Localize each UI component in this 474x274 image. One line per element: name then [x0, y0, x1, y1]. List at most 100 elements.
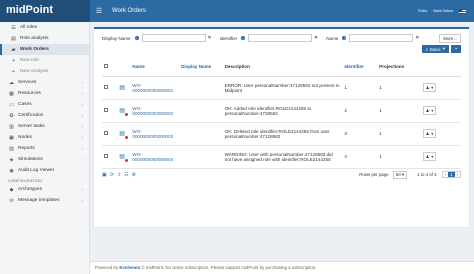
- subscription-notice: © midPoint. No active subscription. Plea…: [141, 265, 317, 270]
- sidebar-item-label: Nodes: [18, 135, 32, 140]
- column-header-identifier[interactable]: Identifier: [342, 58, 378, 77]
- chevron-down-icon: ▾: [431, 85, 434, 90]
- description-cell: ERROR: User personalNumber:47128562 not …: [222, 76, 343, 100]
- message-icon: ✉: [9, 197, 14, 204]
- sidebar-item-simulations[interactable]: ◈ Simulations ‹: [0, 154, 89, 165]
- chevron-left-icon: ‹: [81, 91, 83, 96]
- columns-icon[interactable]: ☷: [124, 172, 128, 178]
- sidebar-item-label: Server tasks: [18, 124, 45, 129]
- next-page-button[interactable]: ›: [455, 172, 460, 177]
- basic-search-button[interactable]: ⌕ Basic ▾: [421, 45, 449, 53]
- table-row[interactable]: ▤ WO-0000000000000004 WARNING: User with p…: [102, 145, 461, 169]
- clear-icon[interactable]: ✕: [207, 35, 211, 41]
- display-name-cell: [179, 76, 223, 100]
- sidebar-item-label: Message templates: [18, 198, 60, 203]
- operations-cell: ♟ ▾: [420, 76, 461, 100]
- row-type-cell: ▤: [117, 145, 131, 169]
- info-icon[interactable]: i: [241, 36, 246, 40]
- chevron-left-icon: ‹: [81, 135, 83, 140]
- settings-icon[interactable]: ⚙: [132, 172, 136, 178]
- row-checkbox[interactable]: [104, 154, 108, 158]
- rows-per-page-select[interactable]: 50 ▾: [392, 170, 408, 179]
- search-filters: Display Name i ✕ Identifier i ✕ Name i ✕…: [94, 31, 469, 45]
- new-object-icon[interactable]: ▣: [102, 172, 107, 178]
- row-operations-button[interactable]: ♟ ▾: [422, 83, 437, 92]
- sidebar-item-reports[interactable]: ▨ Reports ‹: [0, 143, 89, 154]
- work-order-icon: ▤: [119, 108, 129, 116]
- row-checkbox[interactable]: [104, 131, 108, 135]
- row-operations-button[interactable]: ♟ ▾: [422, 152, 437, 161]
- row-checkbox[interactable]: [104, 108, 108, 112]
- row-checkbox[interactable]: [104, 85, 108, 89]
- projections-cell: 1: [377, 122, 421, 146]
- identifier-cell: 2: [342, 99, 378, 123]
- work-order-name-link[interactable]: WO-0000000000000002: [130, 99, 180, 123]
- user-menu[interactable]: Work Orders: [433, 9, 453, 13]
- sidebar-item-message-templates[interactable]: ✉ Message templates ‹: [0, 195, 89, 206]
- sidebar-item-role-analysis[interactable]: ▤ Role analysis: [0, 33, 89, 44]
- sidebar: ☰ All roles ▤ Role analysis ▰ Work Orders + New…: [0, 22, 90, 274]
- operations-header: [420, 58, 461, 77]
- sidebar-item-services[interactable]: ☁ Services ‹: [0, 77, 89, 88]
- save-search-button[interactable]: ▪: [451, 45, 461, 53]
- chevron-left-icon: ‹: [81, 157, 83, 162]
- clear-icon[interactable]: ✕: [314, 35, 318, 41]
- sidebar-item-server-tasks[interactable]: ▥ Server tasks ‹: [0, 121, 89, 132]
- sidebar-item-all-roles[interactable]: ☰ All roles: [0, 22, 89, 33]
- sidebar-item-label: Role analysis: [20, 36, 49, 41]
- sidebar-item-certification[interactable]: ✪ Certification ‹: [0, 110, 89, 121]
- work-order-name-link[interactable]: WO-0000000000000001: [130, 76, 180, 100]
- sidebar-item-label: Archetypes: [18, 187, 42, 192]
- identifier-filter-input[interactable]: ✕: [248, 34, 318, 42]
- refresh-icon[interactable]: ⟳: [110, 172, 114, 178]
- row-operations-button[interactable]: ♟ ▾: [422, 106, 437, 115]
- evolveum-link[interactable]: Evolveum: [119, 265, 140, 270]
- roles-link[interactable]: Roles: [418, 9, 427, 13]
- plus-icon: +: [12, 68, 15, 75]
- users-icon: ♟: [425, 85, 430, 90]
- projections-cell: 1: [377, 145, 421, 169]
- sidebar-item-label: Reports: [18, 146, 35, 151]
- info-icon[interactable]: i: [342, 36, 347, 40]
- page-title: Work Orders: [112, 8, 146, 14]
- row-operations-button[interactable]: ♟ ▾: [422, 129, 437, 138]
- table-row[interactable]: ▤ WO-0000000000000002 OK: Added role ident…: [102, 99, 461, 123]
- sidebar-item-cases[interactable]: ▭ Cases ‹: [0, 99, 89, 110]
- audit-icon: ◉: [9, 167, 14, 174]
- column-header-name[interactable]: Name: [130, 58, 180, 77]
- sidebar-item-work-orders[interactable]: ▰ Work Orders: [0, 44, 89, 55]
- sidebar-item-new-analysis[interactable]: + New analysis: [0, 66, 89, 77]
- table-row[interactable]: ▤ WO-0000000000000001 ERROR: User personal…: [102, 76, 461, 100]
- sidebar-item-new-role[interactable]: + New role: [0, 55, 89, 66]
- column-header-description: Description: [222, 58, 343, 77]
- table-row[interactable]: ▤ WO-0000000000000003 OK: Deleted role ide…: [102, 122, 461, 146]
- display-name-filter-input[interactable]: ✕: [141, 34, 212, 42]
- app-logo[interactable]: midPoint: [0, 0, 90, 22]
- operations-cell: ♟ ▾: [420, 145, 461, 169]
- row-type-cell: ▤: [117, 99, 131, 123]
- sidebar-item-label: Work Orders: [20, 47, 49, 52]
- sidebar-item-audit-log-viewer[interactable]: ◉ Audit Log Viewer: [0, 165, 89, 176]
- column-header-display-name[interactable]: Display Name: [179, 58, 223, 77]
- chevron-left-icon: ‹: [81, 102, 83, 107]
- select-all-checkbox[interactable]: [104, 64, 108, 69]
- identifier-cell: 3: [342, 122, 378, 146]
- sidebar-item-archetypes[interactable]: ◆ Archetypes ‹: [0, 184, 89, 195]
- row-select-cell: [102, 76, 118, 100]
- menu-toggle-icon[interactable]: ☰: [90, 7, 108, 15]
- sidebar-item-resources[interactable]: ▦ Resources ‹: [0, 88, 89, 99]
- row-select-cell: [102, 99, 118, 123]
- sidebar-item-nodes[interactable]: ▣ Nodes ‹: [0, 132, 89, 143]
- more-filters-dropdown[interactable]: More...: [439, 33, 461, 43]
- sidebar-item-label: Resources: [18, 91, 41, 96]
- name-filter-input[interactable]: ✕: [349, 34, 419, 42]
- work-order-name-link[interactable]: WO-0000000000000004: [130, 145, 180, 169]
- row-type-cell: ▤: [117, 76, 131, 100]
- rows-per-page-label: Rows per page: [359, 172, 389, 177]
- clear-icon[interactable]: ✕: [415, 35, 419, 41]
- export-icon[interactable]: ⇪: [117, 172, 121, 178]
- work-order-name-link[interactable]: WO-0000000000000003: [130, 122, 180, 146]
- list-icon: ☰: [11, 24, 16, 31]
- flag-icon[interactable]: [459, 8, 466, 14]
- info-icon[interactable]: i: [134, 36, 139, 40]
